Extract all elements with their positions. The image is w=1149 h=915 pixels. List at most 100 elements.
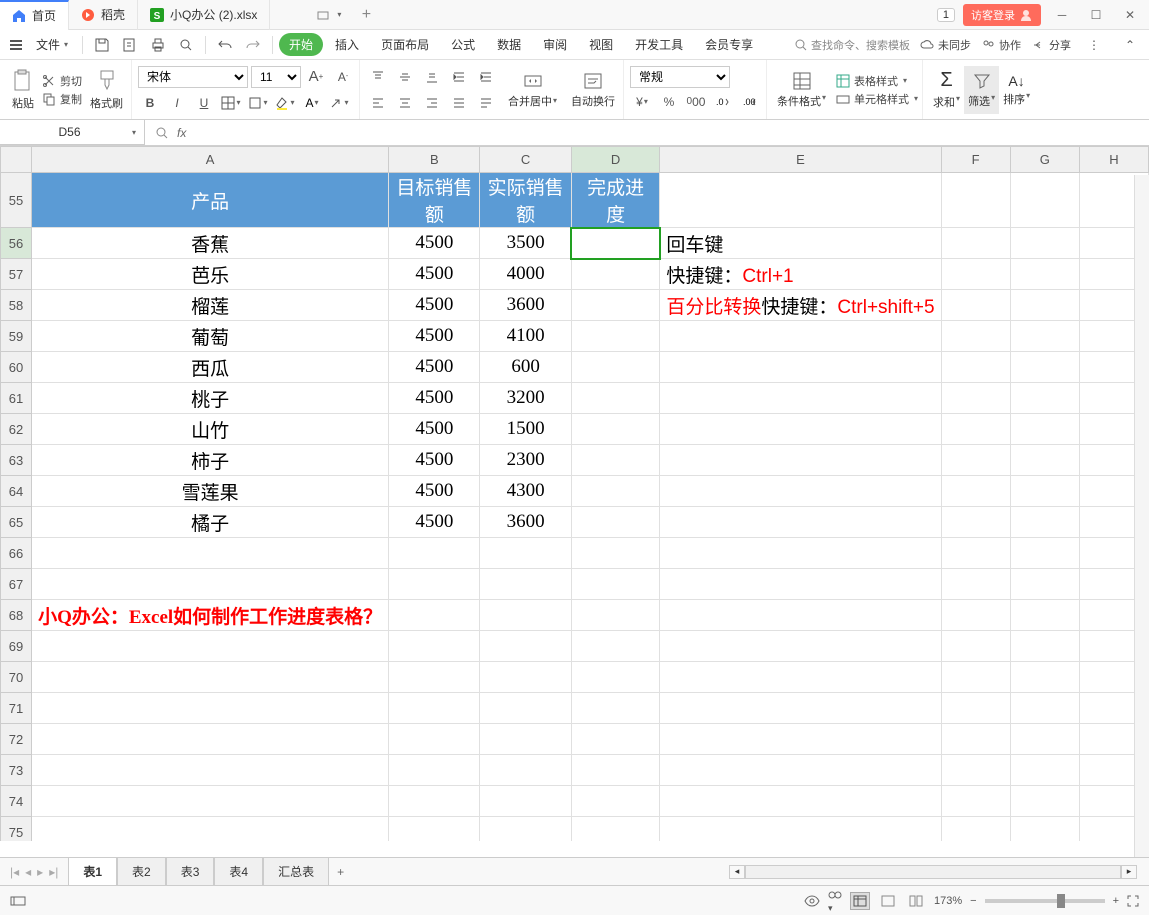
cell-A59[interactable]: 葡萄 xyxy=(32,321,389,352)
sheet-next-icon[interactable]: ▸ xyxy=(37,865,43,879)
cell-A58[interactable]: 榴莲 xyxy=(32,290,389,321)
col-header-H[interactable]: H xyxy=(1079,147,1148,173)
cell-F57[interactable] xyxy=(941,259,1010,290)
row-header-58[interactable]: 58 xyxy=(1,290,32,321)
input-mode-icon[interactable] xyxy=(10,894,26,908)
cell-C70[interactable] xyxy=(480,662,571,693)
cell-B58[interactable]: 4500 xyxy=(389,290,480,321)
cell-C64[interactable]: 4300 xyxy=(480,476,571,507)
cell-E74[interactable] xyxy=(660,786,941,817)
sheet-first-icon[interactable]: |◂ xyxy=(10,865,19,879)
borders-icon[interactable]: ▾ xyxy=(219,91,243,115)
cell-F55[interactable] xyxy=(941,173,1010,228)
cell-F69[interactable] xyxy=(941,631,1010,662)
zoom-level[interactable]: 173% xyxy=(934,895,962,907)
cell-G57[interactable] xyxy=(1010,259,1079,290)
cell-D57[interactable] xyxy=(571,259,660,290)
cell-E64[interactable] xyxy=(660,476,941,507)
cell-A73[interactable] xyxy=(32,755,389,786)
font-shrink-icon[interactable]: A- xyxy=(331,65,355,89)
cell-G66[interactable] xyxy=(1010,538,1079,569)
indent-increase-icon[interactable] xyxy=(474,65,498,89)
cell-B55[interactable]: 目标销售额 xyxy=(389,173,480,228)
col-header-G[interactable]: G xyxy=(1010,147,1079,173)
align-right-icon[interactable] xyxy=(420,91,444,115)
cell-G75[interactable] xyxy=(1010,817,1079,842)
cell-B64[interactable]: 4500 xyxy=(389,476,480,507)
row-header-68[interactable]: 68 xyxy=(1,600,32,631)
align-middle-icon[interactable] xyxy=(393,65,417,89)
cell-G74[interactable] xyxy=(1010,786,1079,817)
menu-tab-5[interactable]: 审阅 xyxy=(533,31,577,58)
preview-icon[interactable] xyxy=(173,32,199,58)
fill-color-icon[interactable]: ▾ xyxy=(273,91,297,115)
sync-button[interactable]: 未同步 xyxy=(920,37,971,53)
cell-E65[interactable] xyxy=(660,507,941,538)
cell-A67[interactable] xyxy=(32,569,389,600)
cell-C73[interactable] xyxy=(480,755,571,786)
zoom-in-icon[interactable]: + xyxy=(1113,895,1119,907)
cell-A69[interactable] xyxy=(32,631,389,662)
cell-C56[interactable]: 3500 xyxy=(480,228,571,259)
row-header-57[interactable]: 57 xyxy=(1,259,32,290)
menu-tab-0[interactable]: 开始 xyxy=(279,33,323,56)
cell-C62[interactable]: 1500 xyxy=(480,414,571,445)
format-painter-button[interactable]: 格式刷 xyxy=(86,66,127,114)
cell-B62[interactable]: 4500 xyxy=(389,414,480,445)
tab-dropdown-icon[interactable] xyxy=(310,2,336,28)
cell-C69[interactable] xyxy=(480,631,571,662)
hamburger-icon[interactable] xyxy=(6,36,26,54)
cell-C75[interactable] xyxy=(480,817,571,842)
cell-E60[interactable] xyxy=(660,352,941,383)
font-grow-icon[interactable]: A+ xyxy=(304,65,328,89)
eye-icon[interactable] xyxy=(804,895,820,907)
normal-view-icon[interactable] xyxy=(850,892,870,910)
cell-G58[interactable] xyxy=(1010,290,1079,321)
filter-button[interactable]: 筛选▾ xyxy=(964,66,999,114)
cell-G72[interactable] xyxy=(1010,724,1079,755)
tab-docer[interactable]: 稻壳 xyxy=(69,0,138,30)
col-header-E[interactable]: E xyxy=(660,147,941,173)
login-button[interactable]: 访客登录 xyxy=(963,4,1041,26)
cell-E67[interactable] xyxy=(660,569,941,600)
cell-B74[interactable] xyxy=(389,786,480,817)
cell-E68[interactable] xyxy=(660,600,941,631)
cell-D68[interactable] xyxy=(571,600,660,631)
col-header-D[interactable]: D xyxy=(571,147,660,173)
paste-button[interactable]: 粘贴 xyxy=(8,66,38,114)
italic-icon[interactable]: I xyxy=(165,91,189,115)
cell-A75[interactable] xyxy=(32,817,389,842)
font-color-icon[interactable]: A▾ xyxy=(300,91,324,115)
row-header-70[interactable]: 70 xyxy=(1,662,32,693)
sheet-tab-3[interactable]: 表4 xyxy=(214,857,263,886)
select-all-corner[interactable] xyxy=(1,147,32,173)
cell-G61[interactable] xyxy=(1010,383,1079,414)
merge-button[interactable]: 合并居中▾ xyxy=(504,66,561,114)
cell-C66[interactable] xyxy=(480,538,571,569)
menu-tab-7[interactable]: 开发工具 xyxy=(625,31,693,58)
more-icon[interactable]: ⋮ xyxy=(1081,32,1107,58)
cell-C63[interactable]: 2300 xyxy=(480,445,571,476)
number-format-select[interactable]: 常规 xyxy=(630,66,730,88)
cell-D55[interactable]: 完成进度 xyxy=(571,173,660,228)
cell-C58[interactable]: 3600 xyxy=(480,290,571,321)
cell-C74[interactable] xyxy=(480,786,571,817)
zoom-out-icon[interactable]: − xyxy=(970,895,976,907)
cell-B66[interactable] xyxy=(389,538,480,569)
cell-F65[interactable] xyxy=(941,507,1010,538)
cell-B67[interactable] xyxy=(389,569,480,600)
cell-D59[interactable] xyxy=(571,321,660,352)
cell-A63[interactable]: 柿子 xyxy=(32,445,389,476)
cell-C65[interactable]: 3600 xyxy=(480,507,571,538)
page-break-view-icon[interactable] xyxy=(906,892,926,910)
cell-A68[interactable]: 小Q办公：Excel如何制作工作进度表格？ xyxy=(32,600,389,631)
cell-E73[interactable] xyxy=(660,755,941,786)
clear-format-icon[interactable]: ▾ xyxy=(327,91,351,115)
row-header-66[interactable]: 66 xyxy=(1,538,32,569)
cell-D67[interactable] xyxy=(571,569,660,600)
cell-C68[interactable] xyxy=(480,600,571,631)
cell-A70[interactable] xyxy=(32,662,389,693)
cell-A64[interactable]: 雪莲果 xyxy=(32,476,389,507)
cell-F60[interactable] xyxy=(941,352,1010,383)
cell-G68[interactable] xyxy=(1010,600,1079,631)
